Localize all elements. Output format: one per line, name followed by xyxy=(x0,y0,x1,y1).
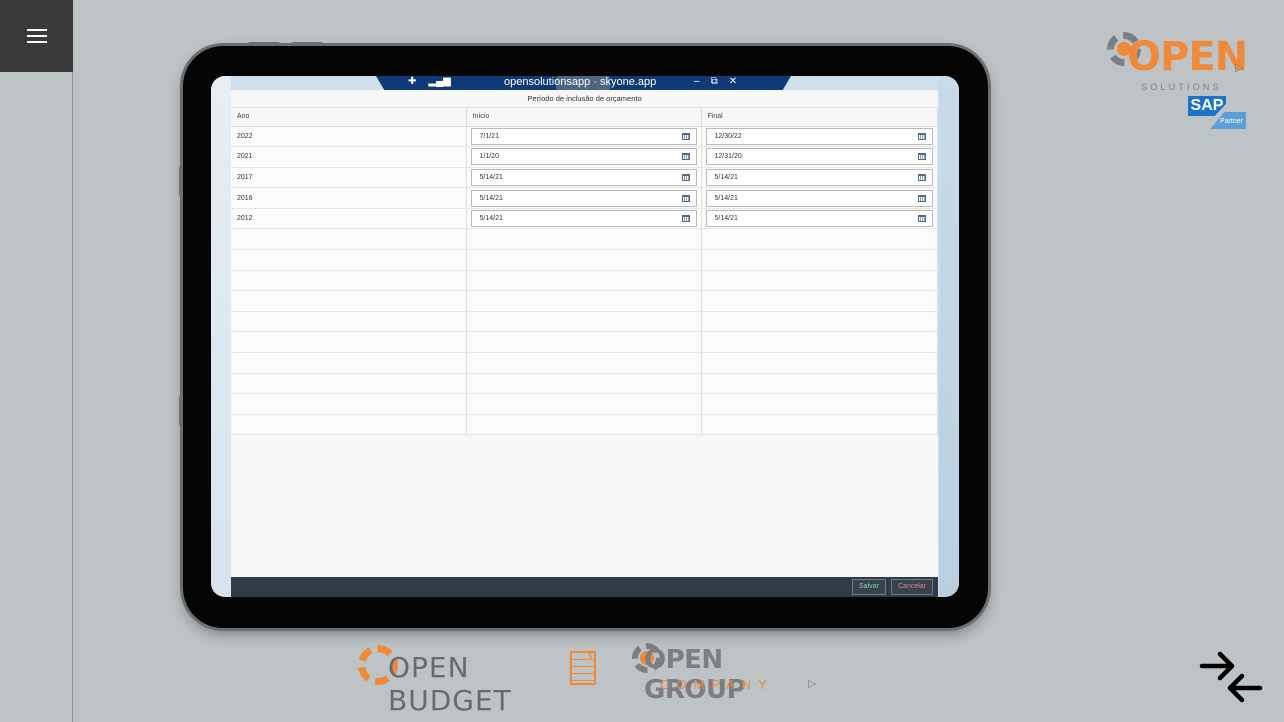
cancel-button[interactable]: Cancelar xyxy=(891,579,934,595)
calendar-icon[interactable] xyxy=(917,194,926,202)
open-group-logo: OPEN GROUP COMPANY ▷ xyxy=(632,643,822,705)
hamburger-menu-button[interactable] xyxy=(0,0,73,72)
calendar-icon[interactable] xyxy=(917,215,926,223)
calendar-icon[interactable] xyxy=(681,194,690,202)
empty-table-row xyxy=(231,393,938,415)
close-icon[interactable]: ✕ xyxy=(729,76,737,87)
minimize-icon[interactable]: – xyxy=(694,76,700,87)
calendar-icon[interactable] xyxy=(917,153,926,161)
empty-table-row xyxy=(231,331,938,354)
empty-table-row xyxy=(231,270,938,292)
calendar-icon[interactable] xyxy=(681,215,690,223)
hamburger-menu-icon xyxy=(26,25,47,47)
restore-icon[interactable]: ⧉ xyxy=(711,76,718,87)
start-date-input[interactable]: 5/14/21 xyxy=(470,189,697,207)
year-cell: 2017 xyxy=(231,167,467,189)
budget-period-form: Período de inclusão de orçamento Ano Iní… xyxy=(231,90,938,597)
swap-arrows-icon[interactable] xyxy=(1198,650,1264,704)
empty-table-row xyxy=(231,290,938,312)
save-button[interactable]: Salvar xyxy=(852,579,886,595)
pin-icon[interactable]: ✚ xyxy=(408,76,416,87)
column-header-inicio: Início xyxy=(466,108,702,127)
empty-table-row xyxy=(231,228,938,251)
open-solutions-logo: OPEN ▷ SOLUTIONS xyxy=(1107,30,1248,94)
end-date-input[interactable]: 5/14/21 xyxy=(705,210,933,228)
form-footer: Salvar Cancelar xyxy=(231,577,938,597)
end-date-input[interactable]: 12/30/22 xyxy=(705,127,933,145)
column-header-ano: Ano xyxy=(231,108,467,127)
open-budget-logo: OPEN BUDGET $ xyxy=(358,643,603,717)
end-date-input[interactable]: 5/14/21 xyxy=(705,189,933,207)
sidebar-divider xyxy=(72,72,73,722)
year-cell: 2021 xyxy=(231,146,467,168)
end-date-input[interactable]: 12/31/20 xyxy=(705,148,933,166)
signal-icon[interactable]: ▂▄▆ xyxy=(428,76,450,87)
empty-table-row xyxy=(231,249,938,271)
table-row: 2016 5/14/21 5/14/21 xyxy=(231,187,938,209)
calendar-icon[interactable] xyxy=(681,132,690,140)
calendar-icon[interactable] xyxy=(917,132,926,140)
tablet-screen: ✚ ▂▄▆ opensolutionsapp · skyone.app – ⧉ … xyxy=(211,76,959,597)
tablet-frame: ✚ ▂▄▆ opensolutionsapp · skyone.app – ⧉ … xyxy=(179,42,988,628)
end-date-input[interactable]: 5/14/21 xyxy=(705,168,933,186)
empty-table-row xyxy=(231,352,938,374)
empty-table-row xyxy=(231,414,938,436)
table-row: 2012 5/14/21 5/14/21 xyxy=(231,208,938,230)
table-row: 2022 7/1/21 12/30/22 xyxy=(231,126,938,148)
year-cell: 2022 xyxy=(231,126,467,148)
sap-partner-logo: SAP Partner xyxy=(1188,96,1246,130)
start-date-input[interactable]: 5/14/21 xyxy=(470,210,697,228)
calendar-icon[interactable] xyxy=(681,173,690,181)
empty-table-row xyxy=(231,311,938,333)
column-header-final: Final xyxy=(701,108,938,127)
start-date-input[interactable]: 1/1/20 xyxy=(470,148,697,166)
calendar-icon[interactable] xyxy=(681,153,690,161)
empty-table-row xyxy=(231,373,938,395)
table-row: 2021 1/1/20 12/31/20 xyxy=(231,146,938,168)
start-date-input[interactable]: 5/14/21 xyxy=(470,168,697,186)
form-title: Período de inclusão de orçamento xyxy=(231,90,938,108)
remote-app-titlebar: ✚ ▂▄▆ opensolutionsapp · skyone.app – ⧉ … xyxy=(376,76,791,90)
year-cell: 2016 xyxy=(231,187,467,209)
period-table: Ano Início Final 2022 7/1/21 12/30/22 2021 1… xyxy=(231,108,938,436)
start-date-input[interactable]: 7/1/21 xyxy=(470,127,697,145)
table-row: 2017 5/14/21 5/14/21 xyxy=(231,167,938,189)
year-cell: 2012 xyxy=(231,208,467,230)
calendar-icon[interactable] xyxy=(917,173,926,181)
window-url-text: opensolutionsapp · skyone.app xyxy=(504,76,657,88)
